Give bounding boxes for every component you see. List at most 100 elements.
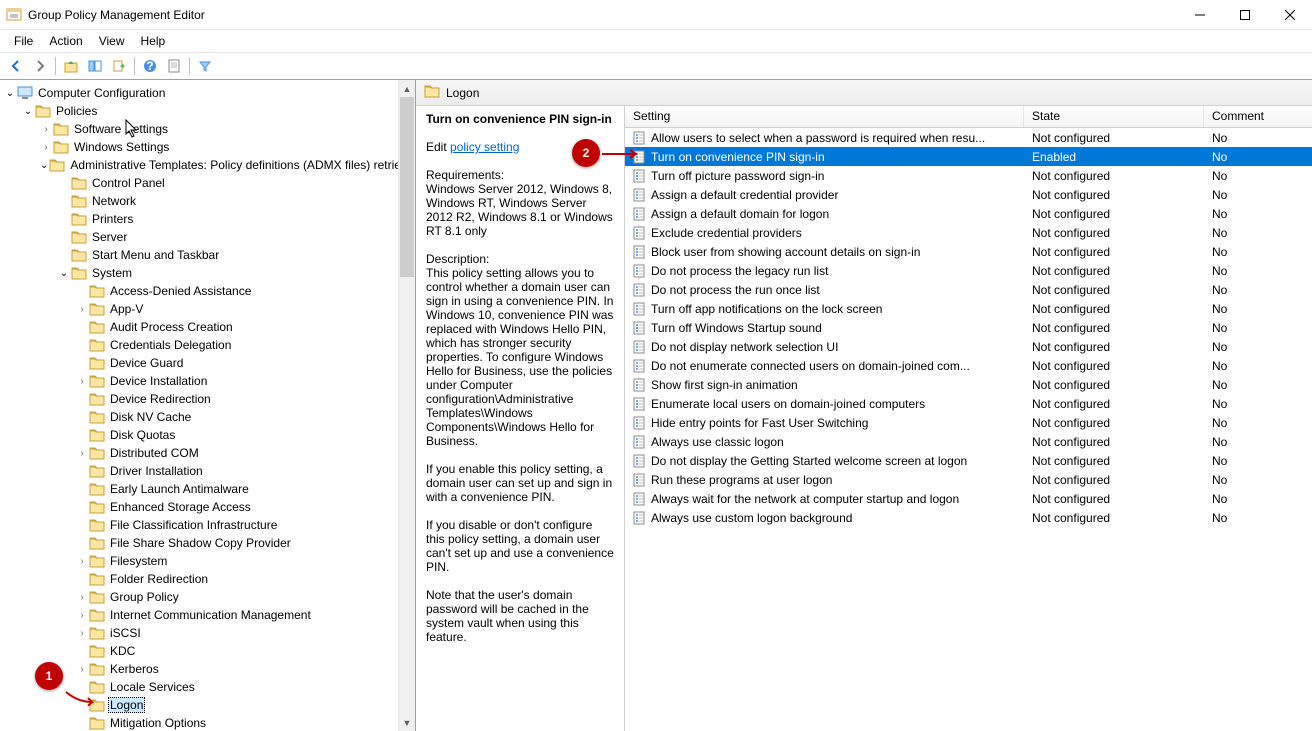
tree-expander-icon[interactable]: › — [40, 124, 52, 135]
tree-expander-icon[interactable]: ⌄ — [22, 106, 34, 117]
tree-filesystem[interactable]: ›Filesystem — [4, 552, 415, 570]
tree-device-guard[interactable]: Device Guard — [4, 354, 415, 372]
setting-row[interactable]: Run these programs at user logonNot conf… — [625, 470, 1312, 489]
setting-row[interactable]: Always use custom logon backgroundNot co… — [625, 508, 1312, 527]
tree-device-installation[interactable]: ›Device Installation — [4, 372, 415, 390]
setting-row[interactable]: Always use classic logonNot configuredNo — [625, 432, 1312, 451]
setting-row[interactable]: Do not process the legacy run listNot co… — [625, 261, 1312, 280]
tree-kdc[interactable]: KDC — [4, 642, 415, 660]
setting-row[interactable]: Block user from showing account details … — [625, 242, 1312, 261]
tree-folder-redirection[interactable]: Folder Redirection — [4, 570, 415, 588]
tree-expander-icon[interactable]: › — [76, 592, 88, 603]
tree-expander-icon[interactable]: ⌄ — [4, 88, 16, 99]
setting-row[interactable]: Do not display network selection UINot c… — [625, 337, 1312, 356]
setting-row[interactable]: Assign a default domain for logonNot con… — [625, 204, 1312, 223]
setting-state: Not configured — [1024, 454, 1204, 468]
tree-printers[interactable]: Printers — [4, 210, 415, 228]
scroll-down-icon[interactable]: ▼ — [399, 714, 415, 731]
setting-row[interactable]: Hide entry points for Fast User Switchin… — [625, 413, 1312, 432]
tree-expander-icon[interactable]: ⌄ — [58, 268, 70, 279]
edit-policy-setting-link[interactable]: policy setting — [450, 140, 519, 154]
maximize-button[interactable] — [1222, 0, 1267, 30]
column-setting[interactable]: Setting — [625, 106, 1024, 127]
tree-device-redirection[interactable]: Device Redirection — [4, 390, 415, 408]
setting-row[interactable]: Turn off picture password sign-inNot con… — [625, 166, 1312, 185]
column-state[interactable]: State — [1024, 106, 1204, 127]
tree-network[interactable]: Network — [4, 192, 415, 210]
navigation-tree[interactable]: ⌄Computer Configuration⌄Policies›Softwar… — [0, 80, 415, 731]
tree-control-panel[interactable]: Control Panel — [4, 174, 415, 192]
setting-name: Assign a default credential provider — [651, 188, 1024, 202]
show-hide-tree-button[interactable] — [83, 54, 107, 78]
setting-row[interactable]: Enumerate local users on domain-joined c… — [625, 394, 1312, 413]
setting-row[interactable]: Turn off Windows Startup soundNot config… — [625, 318, 1312, 337]
tree-early-launch-antimalware[interactable]: Early Launch Antimalware — [4, 480, 415, 498]
tree-start-menu-taskbar[interactable]: Start Menu and Taskbar — [4, 246, 415, 264]
help-button[interactable]: ? — [138, 54, 162, 78]
tree-system[interactable]: ⌄System — [4, 264, 415, 282]
tree-computer-configuration[interactable]: ⌄Computer Configuration — [4, 84, 415, 102]
tree-expander-icon[interactable]: › — [40, 142, 52, 153]
tree-driver-installation[interactable]: Driver Installation — [4, 462, 415, 480]
properties-button[interactable] — [162, 54, 186, 78]
tree-mitigation-options[interactable]: Mitigation Options — [4, 714, 415, 731]
setting-row[interactable]: Turn on convenience PIN sign-inEnabledNo — [625, 147, 1312, 166]
setting-row[interactable]: Exclude credential providersNot configur… — [625, 223, 1312, 242]
tree-disk-nv-cache[interactable]: Disk NV Cache — [4, 408, 415, 426]
column-comment[interactable]: Comment — [1204, 106, 1312, 127]
close-button[interactable] — [1267, 0, 1312, 30]
tree-audit-process-creation[interactable]: Audit Process Creation — [4, 318, 415, 336]
tree-credentials-delegation[interactable]: Credentials Delegation — [4, 336, 415, 354]
tree-item-label: File Share Shadow Copy Provider — [108, 536, 293, 550]
tree-group-policy[interactable]: ›Group Policy — [4, 588, 415, 606]
settings-list-body[interactable]: Allow users to select when a password is… — [625, 128, 1312, 731]
tree-iscsi[interactable]: ›iSCSI — [4, 624, 415, 642]
tree-enhanced-storage-access[interactable]: Enhanced Storage Access — [4, 498, 415, 516]
setting-row[interactable]: Always wait for the network at computer … — [625, 489, 1312, 508]
setting-name: Turn off picture password sign-in — [651, 169, 1024, 183]
tree-app-v[interactable]: ›App-V — [4, 300, 415, 318]
tree-expander-icon[interactable]: › — [76, 556, 88, 567]
forward-button[interactable] — [28, 54, 52, 78]
scroll-thumb[interactable] — [400, 97, 414, 277]
setting-row[interactable]: Show first sign-in animationNot configur… — [625, 375, 1312, 394]
tree-internet-communication-management[interactable]: ›Internet Communication Management — [4, 606, 415, 624]
tree-expander-icon[interactable]: › — [76, 628, 88, 639]
setting-row[interactable]: Do not enumerate connected users on doma… — [625, 356, 1312, 375]
tree-expander-icon[interactable]: › — [76, 376, 88, 387]
tree-scrollbar[interactable]: ▲ ▼ — [398, 80, 415, 731]
tree-expander-icon[interactable]: › — [76, 664, 88, 675]
filter-button[interactable] — [193, 54, 217, 78]
scroll-up-icon[interactable]: ▲ — [399, 80, 415, 97]
tree-disk-quotas[interactable]: Disk Quotas — [4, 426, 415, 444]
tree-software-settings[interactable]: ›Software Settings — [4, 120, 415, 138]
tree-expander-icon[interactable]: ⌄ — [40, 160, 48, 171]
tree-admin-templates[interactable]: ⌄Administrative Templates: Policy defini… — [4, 156, 415, 174]
menu-action[interactable]: Action — [41, 32, 90, 50]
back-button[interactable] — [4, 54, 28, 78]
menu-view[interactable]: View — [91, 32, 133, 50]
tree-expander-icon[interactable]: › — [76, 610, 88, 621]
menu-file[interactable]: File — [6, 32, 41, 50]
tree-expander-icon[interactable]: › — [76, 448, 88, 459]
tree-windows-settings[interactable]: ›Windows Settings — [4, 138, 415, 156]
export-list-button[interactable] — [107, 54, 131, 78]
setting-row[interactable]: Do not process the run once listNot conf… — [625, 280, 1312, 299]
setting-row[interactable]: Allow users to select when a password is… — [625, 128, 1312, 147]
minimize-button[interactable] — [1177, 0, 1222, 30]
tree-file-share-shadow-copy-provider[interactable]: File Share Shadow Copy Provider — [4, 534, 415, 552]
tree-server[interactable]: Server — [4, 228, 415, 246]
tree-policies[interactable]: ⌄Policies — [4, 102, 415, 120]
tree-access-denied-assistance[interactable]: Access-Denied Assistance — [4, 282, 415, 300]
setting-row[interactable]: Do not display the Getting Started welco… — [625, 451, 1312, 470]
tree-file-classification-infrastructure[interactable]: File Classification Infrastructure — [4, 516, 415, 534]
setting-row[interactable]: Turn off app notifications on the lock s… — [625, 299, 1312, 318]
up-button[interactable] — [59, 54, 83, 78]
selected-setting-title: Turn on convenience PIN sign-in — [426, 112, 614, 126]
folder-icon — [89, 625, 105, 641]
menu-help[interactable]: Help — [133, 32, 174, 50]
setting-row[interactable]: Assign a default credential providerNot … — [625, 185, 1312, 204]
tree-kerberos[interactable]: ›Kerberos — [4, 660, 415, 678]
tree-expander-icon[interactable]: › — [76, 304, 88, 315]
tree-distributed-com[interactable]: ›Distributed COM — [4, 444, 415, 462]
